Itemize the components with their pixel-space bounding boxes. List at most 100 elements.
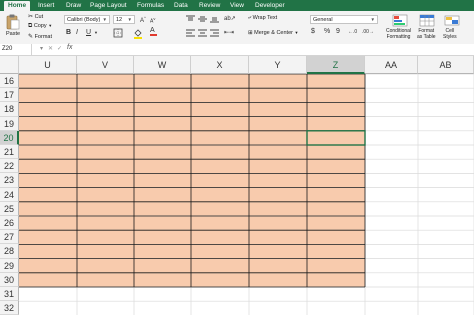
tab-insert[interactable]: Insert <box>38 1 54 11</box>
conditional-formatting-button[interactable] <box>392 14 408 27</box>
row-header-24[interactable]: 24 <box>0 187 19 202</box>
row-header-28[interactable]: 28 <box>0 244 19 259</box>
italic-button[interactable]: I <box>76 29 78 36</box>
wrap-text-icon: ⤶ <box>248 15 252 21</box>
column-header-y[interactable]: Y <box>249 56 307 74</box>
row-header-16[interactable]: 16 <box>0 74 19 89</box>
row-header-22[interactable]: 22 <box>0 159 19 174</box>
align-middle-button[interactable] <box>198 15 207 23</box>
format-as-table-label: Format as Table <box>417 28 436 40</box>
ribbon-home: Paste ✂ Cut ⧉ Copy ▼ ✎ Format Calibri (B… <box>0 11 474 45</box>
row-header-27[interactable]: 27 <box>0 230 19 245</box>
row-header-31[interactable]: 31 <box>0 287 19 302</box>
tab-draw[interactable]: Draw <box>66 1 81 11</box>
tab-review[interactable]: Review <box>199 1 220 11</box>
column-header-z[interactable]: Z <box>307 56 365 74</box>
borders-button[interactable] <box>113 28 123 38</box>
column-header-v[interactable]: V <box>77 56 134 74</box>
cut-button[interactable]: ✂ Cut <box>28 13 43 20</box>
cell-styles-label: Cell Styles <box>443 28 457 40</box>
comma-style-button[interactable]: 9 <box>336 28 340 35</box>
merge-center-button[interactable]: ⊞ Merge & Center ▼ <box>248 30 298 36</box>
align-top-button[interactable] <box>186 15 195 23</box>
fill-color-button[interactable] <box>133 28 143 39</box>
merge-center-icon: ⊞ <box>248 30 253 36</box>
decrease-font-size-button[interactable]: Av <box>150 16 155 25</box>
column-header-u[interactable]: U <box>19 56 77 74</box>
copy-button[interactable]: ⧉ Copy ▼ <box>28 23 52 30</box>
copy-icon: ⧉ <box>28 23 33 29</box>
row-header-20[interactable]: 20 <box>0 130 19 145</box>
copy-label: Copy <box>33 23 47 29</box>
cancel-entry-icon[interactable]: ✕ <box>48 45 53 52</box>
cell-styles-button[interactable] <box>444 14 460 27</box>
font-color-icon: A <box>150 27 155 34</box>
align-right-button[interactable] <box>210 29 219 37</box>
conditional-formatting-label-2: Formatting <box>386 34 411 40</box>
tab-home[interactable]: Home <box>4 1 31 11</box>
tab-formulas[interactable]: Formulas <box>137 1 164 11</box>
increase-font-size-button[interactable]: A^ <box>140 15 146 24</box>
row-header-29[interactable]: 29 <box>0 258 19 273</box>
chevron-down-icon[interactable]: ▼ <box>94 30 98 35</box>
tab-developer[interactable]: Developer <box>255 1 285 11</box>
paste-button[interactable] <box>6 14 20 30</box>
formula-input[interactable] <box>78 45 468 54</box>
decrease-decimal-button[interactable]: .00→ <box>362 29 374 35</box>
clipboard-icon <box>6 14 20 30</box>
row-header-32[interactable]: 32 <box>0 301 19 315</box>
row-header-25[interactable]: 25 <box>0 201 19 216</box>
row-header-26[interactable]: 26 <box>0 216 19 231</box>
row-header-21[interactable]: 21 <box>0 145 19 160</box>
format-as-table-label-2: as Table <box>417 34 436 40</box>
name-box[interactable]: Z20 <box>2 45 30 54</box>
tab-data[interactable]: Data <box>174 1 188 11</box>
row-header-18[interactable]: 18 <box>0 102 19 117</box>
bold-button[interactable]: B <box>66 29 71 36</box>
select-all-corner[interactable] <box>0 56 19 74</box>
currency-button[interactable]: $ <box>311 28 315 35</box>
font-color-button[interactable]: A <box>150 27 157 36</box>
percent-label: % <box>324 28 331 35</box>
format-as-table-button[interactable] <box>419 14 435 27</box>
align-middle-icon <box>198 16 207 22</box>
orientation-button[interactable]: ab↗ <box>224 15 236 22</box>
conditional-formatting-icon <box>392 14 408 27</box>
chevron-down-icon[interactable]: ▾ <box>40 45 43 52</box>
align-bottom-button[interactable] <box>210 15 219 23</box>
row-header-23[interactable]: 23 <box>0 173 19 188</box>
align-center-button[interactable] <box>198 29 207 37</box>
chevron-down-icon: ▼ <box>370 17 375 22</box>
align-left-icon <box>186 29 195 37</box>
column-header-aa[interactable]: AA <box>365 56 418 74</box>
chevron-down-icon: ▼ <box>48 23 53 28</box>
column-header-ab[interactable]: AB <box>418 56 474 74</box>
chevron-down-icon: ▼ <box>102 17 107 22</box>
wrap-text-button[interactable]: ⤶ Wrap Text <box>248 15 277 22</box>
number-format-select[interactable]: General ▼ <box>310 15 378 24</box>
font-name-value: Calibri (Body) <box>67 17 101 23</box>
confirm-entry-icon[interactable]: ✓ <box>57 45 62 52</box>
column-header-w[interactable]: W <box>134 56 191 74</box>
font-color-swatch <box>150 34 157 36</box>
number-format-value: General <box>313 17 333 23</box>
indent-button[interactable]: ⇤⇥ <box>224 29 234 36</box>
font-size-select[interactable]: 12 ▼ <box>113 15 135 24</box>
format-painter-button[interactable]: ✎ Format <box>28 33 52 40</box>
column-header-x[interactable]: X <box>191 56 249 74</box>
percent-button[interactable]: % <box>324 28 330 35</box>
tab-page-layout[interactable]: Page Layout <box>90 1 127 11</box>
chevron-down-icon: ▼ <box>294 30 299 35</box>
row-header-19[interactable]: 19 <box>0 116 19 131</box>
align-left-button[interactable] <box>186 29 195 37</box>
paint-bucket-icon <box>134 29 142 39</box>
underline-button[interactable]: U <box>86 29 91 36</box>
align-right-icon <box>210 29 219 37</box>
font-name-select[interactable]: Calibri (Body) ▼ <box>64 15 110 24</box>
borders-icon <box>113 28 123 38</box>
row-header-17[interactable]: 17 <box>0 88 19 103</box>
increase-decimal-button[interactable]: ←.0 <box>348 29 357 35</box>
tab-view[interactable]: View <box>230 1 244 11</box>
insert-function-button[interactable]: fx <box>67 44 72 51</box>
row-header-30[interactable]: 30 <box>0 272 19 287</box>
